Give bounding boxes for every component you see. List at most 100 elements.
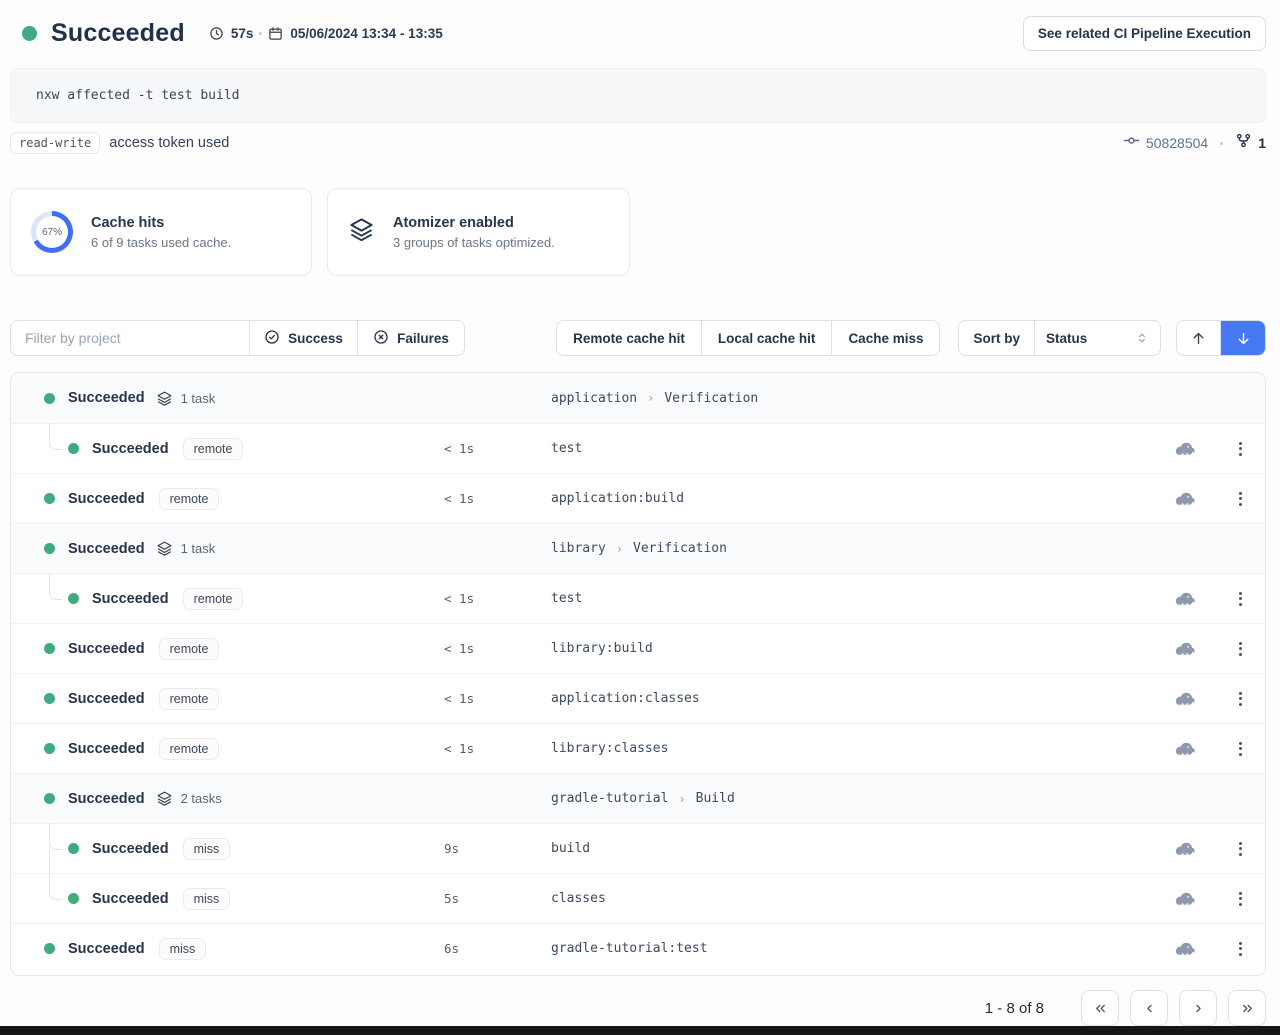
chevron-right-icon: [1191, 1001, 1206, 1016]
kebab-menu-icon[interactable]: [1234, 887, 1247, 911]
kebab-menu-icon[interactable]: [1234, 737, 1247, 761]
sort-by-label: Sort by: [959, 321, 1034, 355]
cache-card-subtitle: 6 of 9 tasks used cache.: [91, 235, 231, 250]
kebab-menu-icon[interactable]: [1234, 637, 1247, 661]
success-filter-button[interactable]: Success: [249, 321, 357, 355]
atomizer-card[interactable]: Atomizer enabled 3 groups of tasks optim…: [327, 188, 630, 276]
status-dot: [68, 443, 79, 454]
table-row[interactable]: Succeeded 2 tasks gradle-tutorial › Buil…: [11, 773, 1265, 823]
table-row[interactable]: Succeeded miss 5s classes: [11, 873, 1265, 923]
kebab-menu-icon[interactable]: [1234, 937, 1247, 961]
previous-page-button[interactable]: [1130, 990, 1168, 1026]
row-actions: [1175, 624, 1253, 673]
row-status-label: Succeeded: [68, 491, 145, 507]
target-group-name: Verification: [664, 391, 758, 406]
table-row[interactable]: Succeeded remote < 1s application:build: [11, 473, 1265, 523]
cache-miss-button[interactable]: Cache miss: [831, 321, 939, 355]
task-duration: < 1s: [444, 691, 474, 706]
kebab-menu-icon[interactable]: [1234, 487, 1247, 511]
token-row: read-write access token used 50828504 1: [10, 130, 1266, 156]
gradle-elephant-icon[interactable]: [1175, 941, 1196, 957]
status-dot: [44, 393, 55, 404]
gradle-elephant-icon[interactable]: [1175, 491, 1196, 507]
row-actions: [1175, 674, 1253, 723]
sort-descending-button[interactable]: [1221, 321, 1265, 355]
table-row[interactable]: Succeeded miss 9s build: [11, 823, 1265, 873]
row-actions: [1175, 574, 1253, 623]
tree-connector: [49, 823, 62, 850]
gradle-elephant-icon[interactable]: [1175, 891, 1196, 907]
cache-hits-card[interactable]: 67% Cache hits 6 of 9 tasks used cache.: [10, 188, 312, 276]
gradle-elephant-icon[interactable]: [1175, 691, 1196, 707]
kebab-menu-icon[interactable]: [1234, 437, 1247, 461]
table-row[interactable]: Succeeded remote < 1s library:build: [11, 623, 1265, 673]
task-name: application:classes: [551, 691, 700, 706]
project-name: gradle-tutorial: [551, 791, 668, 806]
gradle-elephant-icon[interactable]: [1175, 591, 1196, 607]
task-list: Succeeded 1 task application › Verificat…: [10, 372, 1266, 976]
filter-project-input[interactable]: [11, 321, 249, 355]
cache-status-badge: remote: [159, 488, 220, 510]
atomizer-card-title: Atomizer enabled: [393, 215, 555, 231]
kebab-menu-icon[interactable]: [1234, 687, 1247, 711]
run-header: Succeeded 57s 05/06/2024 13:34 - 13:35 S…: [22, 14, 1266, 52]
layers-icon: [156, 790, 173, 807]
sort-group: Sort by Status: [958, 320, 1161, 356]
duration-meta: 57s: [209, 26, 254, 41]
row-status-label: Succeeded: [68, 541, 145, 557]
task-duration: < 1s: [444, 741, 474, 756]
last-page-button[interactable]: [1228, 990, 1266, 1026]
local-cache-hit-button[interactable]: Local cache hit: [701, 321, 832, 355]
failures-filter-button[interactable]: Failures: [357, 321, 464, 355]
cache-status-badge: miss: [183, 888, 231, 910]
date-meta: 05/06/2024 13:34 - 13:35: [268, 26, 442, 41]
status-dot: [44, 793, 55, 804]
kebab-menu-icon[interactable]: [1234, 837, 1247, 861]
table-row[interactable]: Succeeded remote < 1s application:classe…: [11, 673, 1265, 723]
kebab-menu-icon[interactable]: [1234, 587, 1247, 611]
layers-icon: [156, 390, 173, 407]
sort-ascending-button[interactable]: [1177, 321, 1221, 355]
table-row[interactable]: Succeeded remote < 1s test: [11, 573, 1265, 623]
table-row[interactable]: Succeeded 1 task library › Verification: [11, 523, 1265, 573]
sort-select[interactable]: Status: [1034, 321, 1160, 355]
project-path: application › Verification: [551, 391, 758, 406]
cache-status-badge: miss: [183, 838, 231, 860]
table-row[interactable]: Succeeded miss 6s gradle-tutorial:test: [11, 923, 1265, 973]
status-dot: [44, 493, 55, 504]
token-scope-badge: read-write: [10, 132, 100, 154]
row-status-label: Succeeded: [68, 941, 145, 957]
row-actions: [1175, 824, 1253, 873]
cache-progress-ring: 67%: [31, 211, 73, 253]
status-dot: [44, 543, 55, 554]
task-name: library:classes: [551, 741, 668, 756]
check-circle-icon: [264, 329, 280, 348]
branch-count: 1: [1258, 135, 1266, 151]
table-row[interactable]: Succeeded remote < 1s test: [11, 423, 1265, 473]
table-row[interactable]: Succeeded remote < 1s library:classes: [11, 723, 1265, 773]
row-status-label: Succeeded: [92, 441, 169, 457]
row-status-label: Succeeded: [68, 390, 145, 406]
gradle-elephant-icon[interactable]: [1175, 441, 1196, 457]
next-page-button[interactable]: [1179, 990, 1217, 1026]
task-count-label: 1 task: [181, 541, 216, 556]
commit-sha[interactable]: 50828504: [1146, 135, 1208, 151]
cache-status-badge: miss: [159, 938, 207, 960]
row-status-label: Succeeded: [68, 641, 145, 657]
status-dot: [44, 943, 55, 954]
cache-card-title: Cache hits: [91, 215, 231, 231]
related-ci-pipeline-button[interactable]: See related CI Pipeline Execution: [1023, 16, 1266, 51]
cache-filter-cluster: Remote cache hit Local cache hit Cache m…: [556, 320, 1266, 356]
layers-icon: [156, 540, 173, 557]
gradle-elephant-icon[interactable]: [1175, 641, 1196, 657]
tree-connector: [49, 423, 62, 450]
gradle-elephant-icon[interactable]: [1175, 741, 1196, 757]
status-dot: [68, 843, 79, 854]
arrow-up-icon: [1190, 330, 1207, 347]
gradle-elephant-icon[interactable]: [1175, 841, 1196, 857]
table-row[interactable]: Succeeded 1 task application › Verificat…: [11, 373, 1265, 423]
first-page-button[interactable]: [1081, 990, 1119, 1026]
tree-line: [49, 849, 50, 874]
row-actions: [1175, 924, 1253, 973]
remote-cache-hit-button[interactable]: Remote cache hit: [557, 321, 701, 355]
